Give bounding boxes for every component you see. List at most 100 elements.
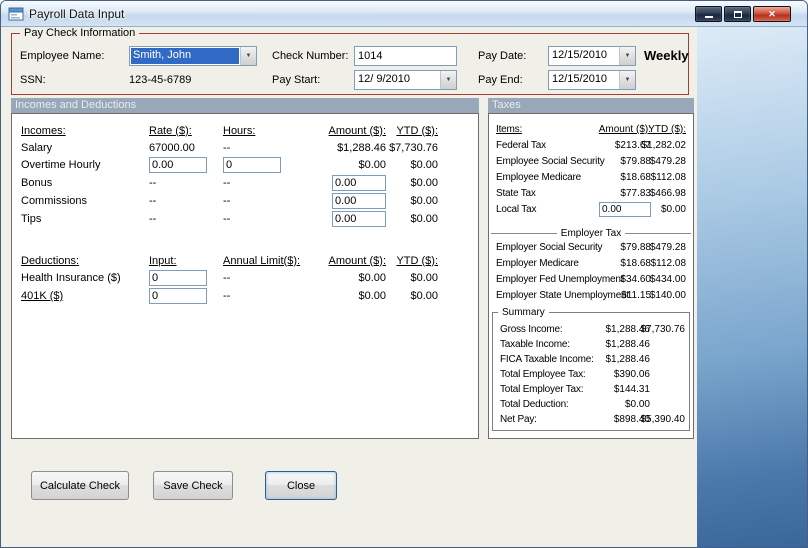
income-rate: -- <box>149 213 157 225</box>
income-ytd: $0.00 <box>410 159 438 171</box>
summary-title: Summary <box>498 307 549 318</box>
employee-name-select[interactable]: Smith, John ▼ <box>129 46 257 66</box>
summary-amount: $144.31 <box>613 384 650 395</box>
summary-label: FICA Taxable Income: <box>500 354 594 365</box>
pay-start-label: Pay Start: <box>272 74 321 86</box>
tips-amount-input[interactable] <box>332 211 386 227</box>
check-number-input[interactable] <box>354 46 457 66</box>
tax-row-employer-medicare: Employer Medicare $18.68 $112.08 <box>489 256 693 272</box>
taxes-panel: Items: Amount ($): YTD ($): Federal Tax … <box>488 113 694 439</box>
income-rate: 67000.00 <box>149 141 195 154</box>
summary-row-fica-taxable-income: FICA Taxable Income: $1,288.46 <box>493 352 689 367</box>
tax-ytd: $1,282.02 <box>641 140 687 151</box>
summary-row-total-employer-tax: Total Employer Tax: $144.31 <box>493 382 689 397</box>
tax-row-employer-state-unemployment: Employer State Unemployment $11.15 $140.… <box>489 288 693 304</box>
pay-end-label: Pay End: <box>478 74 523 86</box>
pay-date-dropdown-button[interactable]: ▼ <box>619 47 635 65</box>
401k-input[interactable] <box>149 288 207 304</box>
chevron-down-icon: ▼ <box>624 53 631 59</box>
employee-name-dropdown-button[interactable]: ▼ <box>240 47 256 65</box>
summary-row-taxable-income: Taxable Income: $1,288.46 <box>493 337 689 352</box>
maximize-icon <box>733 10 742 18</box>
deduction-401k-link[interactable]: 401K ($) <box>21 290 149 302</box>
summary-row-total-employee-tax: Total Employee Tax: $390.06 <box>493 367 689 382</box>
tax-label: State Tax <box>496 188 536 199</box>
tax-ytd: $112.08 <box>650 258 686 269</box>
deduction-amount: $0.00 <box>358 290 386 302</box>
income-hours: -- <box>223 141 231 154</box>
save-check-button[interactable]: Save Check <box>153 471 233 500</box>
pay-date-datepicker[interactable]: 12/15/2010 ▼ <box>548 46 636 66</box>
taxes-section-header: Taxes <box>488 98 694 113</box>
tax-label: Employer Fed Unemployment <box>496 274 624 285</box>
tax-amount: $11.15 <box>621 290 651 301</box>
income-ytd: $7,730.76 <box>389 141 438 154</box>
deduction-annual-limit: -- <box>223 290 231 302</box>
deduction-label: Health Insurance ($) <box>21 272 121 284</box>
check-number-label: Check Number: <box>272 50 349 62</box>
commissions-amount-input[interactable] <box>332 193 386 209</box>
pay-end-datepicker[interactable]: 12/15/2010 ▼ <box>548 70 636 90</box>
income-rate: -- <box>149 177 157 189</box>
pay-start-datepicker[interactable]: 12/ 9/2010 ▼ <box>354 70 457 90</box>
income-label: Tips <box>21 213 42 225</box>
deduction-header-row: Deductions: Input: Annual Limit($): Amou… <box>21 252 478 269</box>
summary-amount: $1,288.46 <box>605 339 651 350</box>
ssn-label: SSN: <box>20 74 46 86</box>
income-label: Bonus <box>21 177 53 189</box>
income-ytd: $0.00 <box>410 177 438 189</box>
tax-amount: $79.88 <box>620 156 651 167</box>
pay-end-dropdown-button[interactable]: ▼ <box>619 71 635 89</box>
tax-ytd: $112.08 <box>650 172 686 183</box>
col-items: Items: <box>496 124 523 135</box>
close-button[interactable]: Close <box>265 471 337 500</box>
close-window-button[interactable]: ✕ <box>753 6 791 22</box>
tax-amount: $77.83 <box>620 188 651 199</box>
pay-date-value: 12/15/2010 <box>552 49 608 61</box>
summary-label: Total Employee Tax: <box>500 369 586 380</box>
overtime-hours-input[interactable] <box>223 157 281 173</box>
tax-row-federal: Federal Tax $213.67 $1,282.02 <box>489 138 693 154</box>
income-row-salary: Salary 67000.00 -- $1,288.46 $7,730.76 <box>21 139 478 156</box>
income-hours: -- <box>223 195 231 207</box>
tax-row-employer-fed-unemployment: Employer Fed Unemployment $34.60 $434.00 <box>489 272 693 288</box>
maximize-button[interactable] <box>724 6 751 22</box>
overtime-rate-input[interactable] <box>149 157 207 173</box>
tax-amount: $34.60 <box>620 274 651 285</box>
app-icon <box>8 6 24 22</box>
tax-ytd: $479.28 <box>649 242 686 253</box>
tax-amount: $18.68 <box>620 258 651 269</box>
income-label: Commissions <box>21 195 88 207</box>
tax-row-employer-social-security: Employer Social Security $79.88 $479.28 <box>489 240 693 256</box>
local-tax-input[interactable] <box>599 202 651 217</box>
income-amount: $1,288.46 <box>337 141 386 154</box>
bonus-amount-input[interactable] <box>332 175 386 191</box>
tax-label: Employer State Unemployment <box>496 290 629 301</box>
summary-label: Taxable Income: <box>500 339 570 350</box>
pay-start-dropdown-button[interactable]: ▼ <box>440 71 456 89</box>
incomes-deductions-panel: Incomes: Rate ($): Hours: Amount ($): YT… <box>11 113 479 439</box>
income-hours: -- <box>223 177 231 189</box>
minimize-button[interactable] <box>695 6 722 22</box>
tax-row-state: State Tax $77.83 $466.98 <box>489 186 693 202</box>
tax-label: Employer Social Security <box>496 242 603 253</box>
paycheck-info-title: Pay Check Information <box>20 27 140 39</box>
health-insurance-input[interactable] <box>149 270 207 286</box>
summary-label: Net Pay: <box>500 414 537 425</box>
summary-group: Summary Gross Income: $1,288.46 $7,730.7… <box>492 307 690 431</box>
calculate-check-button[interactable]: Calculate Check <box>31 471 129 500</box>
col-deductions: Deductions: <box>21 254 80 267</box>
pay-frequency-label: Weekly <box>644 48 689 63</box>
summary-label: Total Employer Tax: <box>500 384 584 395</box>
col-input: Input: <box>149 254 177 267</box>
deduction-row-health-insurance: Health Insurance ($) -- $0.00 $0.00 <box>21 269 478 287</box>
window-controls: ✕ <box>695 6 791 22</box>
tax-ytd: $466.98 <box>649 188 686 199</box>
employee-name-value: Smith, John <box>131 48 239 64</box>
window-titlebar[interactable]: Payroll Data Input ✕ <box>1 1 807 27</box>
employer-tax-divider: Employer Tax <box>491 226 691 240</box>
ssn-value: 123-45-6789 <box>129 74 192 86</box>
col-amount: Amount ($): <box>598 124 651 135</box>
col-rate: Rate ($): <box>149 124 192 137</box>
tax-label: Federal Tax <box>496 140 546 151</box>
